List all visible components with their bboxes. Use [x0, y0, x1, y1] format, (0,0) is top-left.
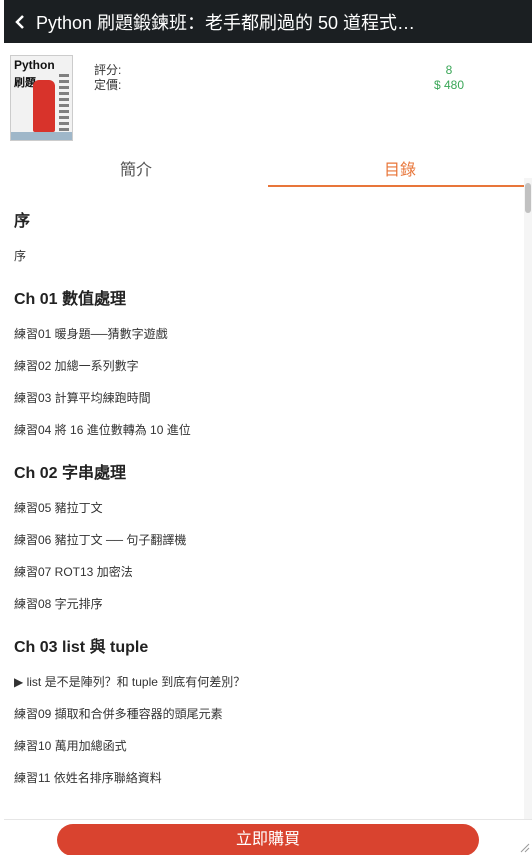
scrollbar[interactable]	[524, 178, 532, 828]
chapter-heading: Ch 01 數值處理	[14, 291, 127, 308]
cover-title: Python	[14, 58, 55, 72]
chevron-left-icon	[15, 14, 24, 29]
cover-side-text-graphic	[59, 74, 69, 134]
tab-toc[interactable]: 目錄	[268, 156, 532, 187]
toc-item[interactable]: 練習04 將 16 進位數轉為 10 進位	[14, 413, 524, 445]
back-button[interactable]	[4, 0, 36, 43]
book-cover[interactable]: Python 刷題	[10, 55, 73, 141]
chapter-heading: Ch 03 list 與 tuple	[14, 639, 149, 656]
cover-fist-graphic	[33, 80, 55, 132]
tab-intro[interactable]: 簡介	[4, 156, 268, 187]
toc-item[interactable]: 練習08 字元排序	[14, 587, 524, 619]
toc-item[interactable]: 練習05 豬拉丁文	[14, 491, 524, 523]
chapter-heading: 序	[14, 213, 31, 230]
toc-item[interactable]: 練習03 計算平均練跑時間	[14, 381, 524, 413]
rating-label: 評分:	[94, 63, 122, 77]
book-meta-labels: 評分: 定價:	[94, 63, 121, 93]
bottom-action-bar: 立即購買	[4, 819, 532, 855]
tab-bar: 簡介 目錄	[4, 156, 532, 187]
resize-grip-icon[interactable]	[520, 843, 530, 853]
toc-item[interactable]: 練習06 豬拉丁文 ── 句子翻譯機	[14, 523, 524, 555]
cover-bottom-band	[11, 132, 72, 140]
toc-item[interactable]: 練習11 依姓名排序聯絡資料	[14, 761, 524, 793]
price-label: 定價:	[94, 78, 122, 92]
toc-item[interactable]: 序	[14, 239, 524, 271]
page-title: Python 刷題鍛鍊班：老手都刷過的 50 道程式…	[36, 12, 416, 33]
rating-value: 8	[445, 63, 453, 77]
buy-now-button[interactable]: 立即購買	[57, 824, 479, 855]
book-meta-values: 8 $ 480	[429, 63, 469, 93]
toc-item[interactable]: 練習07 ROT13 加密法	[14, 555, 524, 587]
book-info: Python 刷題 評分: 定價: 8 $ 480	[4, 43, 532, 151]
toc-item[interactable]: 練習02 加總一系列數字	[14, 349, 524, 381]
toc-item[interactable]: 練習09 擷取和合併多種容器的頭尾元素	[14, 697, 524, 729]
toc-item[interactable]: 練習10 萬用加總函式	[14, 729, 524, 761]
toc-item[interactable]: 練習01 暖身題──猜數字遊戲	[14, 317, 524, 349]
content-frame: Python 刷題 評分: 定價: 8 $ 480 簡介 目錄 序 序 Ch 0…	[4, 43, 532, 855]
app-header: Python 刷題鍛鍊班：老手都刷過的 50 道程式…	[0, 0, 532, 43]
chapter-heading: Ch 02 字串處理	[14, 465, 127, 482]
price-value: $ 480	[433, 78, 465, 92]
table-of-contents: 序 序 Ch 01 數值處理 練習01 暖身題──猜數字遊戲 練習02 加總一系…	[4, 187, 524, 817]
scrollbar-thumb[interactable]	[525, 183, 531, 213]
toc-item[interactable]: ▶ list 是不是陣列？和 tuple 到底有何差別？	[14, 665, 524, 697]
